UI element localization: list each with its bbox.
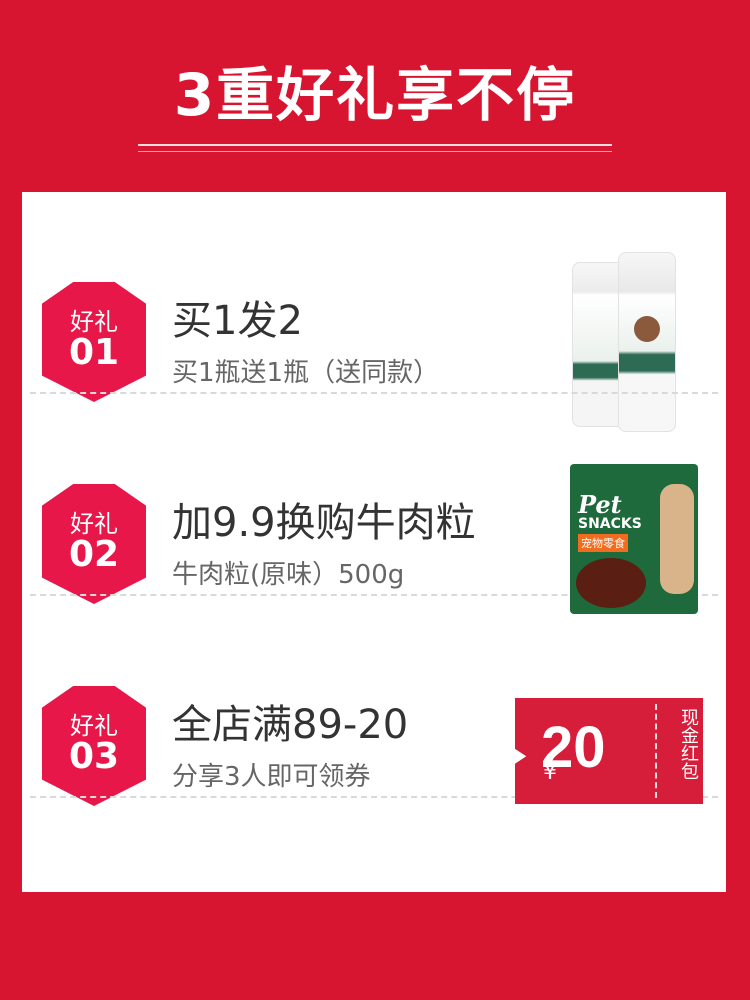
- pet-snacks-bag-icon: Pet SNACKS 宠物零食: [570, 464, 698, 614]
- coupon-amount: 20: [541, 715, 606, 780]
- coupon-side-text: 现金红包: [678, 708, 699, 780]
- dog-icon: [634, 316, 660, 342]
- bag-product-text: SNACKS: [578, 516, 642, 532]
- cash-coupon[interactable]: ¥ 20 现金红包: [515, 698, 703, 804]
- header-divider-top: [138, 144, 612, 146]
- gift-title: 买1发2: [172, 298, 303, 344]
- dog-icon: [660, 484, 694, 594]
- page-title: 3重好礼享不停: [173, 61, 577, 129]
- badge-number: 03: [68, 736, 120, 777]
- gift-subtitle: 牛肉粒(原味）500g: [172, 560, 405, 590]
- badge-number: 01: [68, 332, 120, 373]
- bag-tag: 宠物零食: [578, 534, 628, 552]
- coupon-amount-area: ¥ 20: [515, 698, 655, 804]
- gift-badge-1: 好礼 01: [42, 282, 146, 402]
- gift-title: 加9.9换购牛肉粒: [172, 500, 476, 546]
- gift-subtitle: 买1瓶送1瓶（送同款）: [172, 358, 440, 388]
- gift-title: 全店满89-20: [172, 702, 409, 748]
- gift-row-1: 好礼 01 买1发2 买1瓶送1瓶（送同款）: [22, 192, 726, 432]
- gift-panel: 好礼 01 买1发2 买1瓶送1瓶（送同款） 好礼 02 加9.9换购牛肉粒 牛…: [22, 192, 726, 892]
- coupon-divider: [655, 704, 657, 798]
- gift-badge-2: 好礼 02: [42, 484, 146, 604]
- badge-number: 02: [68, 534, 120, 575]
- bag-brand-text: Pet: [578, 490, 622, 519]
- gift-subtitle: 分享3人即可领券: [172, 762, 371, 792]
- gift-badge-3: 好礼 03: [42, 686, 146, 806]
- header-divider-bottom: [138, 151, 612, 152]
